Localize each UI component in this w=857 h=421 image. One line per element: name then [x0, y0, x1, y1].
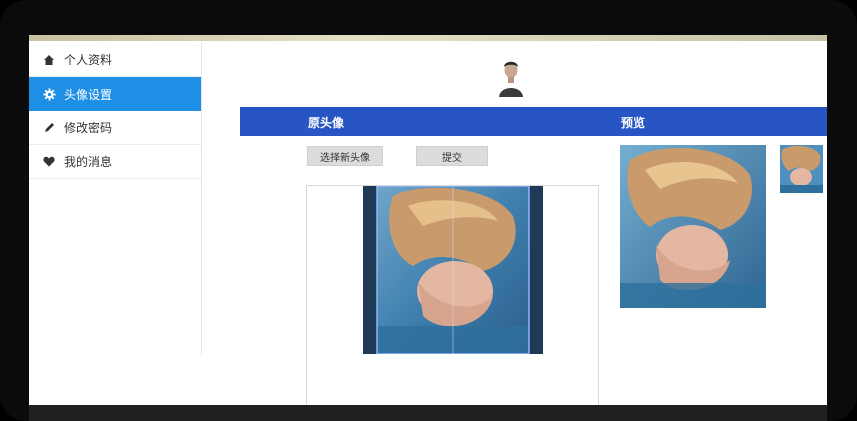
sidebar-item-profile[interactable]: 个人资料 — [29, 43, 201, 77]
sidebar-item-label: 我的消息 — [64, 155, 113, 169]
submit-button[interactable]: 提交 — [416, 146, 488, 166]
sidebar-item-label: 头像设置 — [64, 87, 113, 102]
window-top-strip — [29, 35, 827, 41]
crop-area[interactable] — [306, 185, 599, 411]
crop-source-image[interactable] — [363, 186, 543, 354]
taskbar — [29, 405, 827, 421]
sidebar-item-change-password[interactable]: 修改密码 — [29, 111, 201, 145]
pencil-icon — [38, 122, 60, 134]
gear-icon — [38, 87, 60, 101]
choose-new-avatar-button[interactable]: 选择新头像 — [307, 146, 383, 166]
home-icon — [38, 54, 60, 66]
preview-title: 预览 — [621, 116, 646, 130]
sidebar-item-label: 个人资料 — [64, 53, 113, 67]
original-avatar-title: 原头像 — [308, 116, 345, 130]
sidebar-item-messages[interactable]: 我的消息 — [29, 145, 201, 179]
heart-icon — [38, 156, 60, 167]
avatar — [495, 57, 527, 97]
sidebar-item-avatar-settings[interactable]: 头像设置 — [29, 77, 201, 111]
preview-large-image — [620, 145, 766, 308]
app-window: 个人资料 头像设置 修改密码 我的消息 原头像 预览 选择新头像 提交 — [29, 35, 827, 411]
preview-small-image — [780, 145, 823, 193]
section-header-band: 原头像 预览 — [240, 107, 827, 136]
sidebar-item-label: 修改密码 — [64, 121, 113, 135]
sidebar: 个人资料 头像设置 修改密码 我的消息 — [29, 43, 202, 355]
